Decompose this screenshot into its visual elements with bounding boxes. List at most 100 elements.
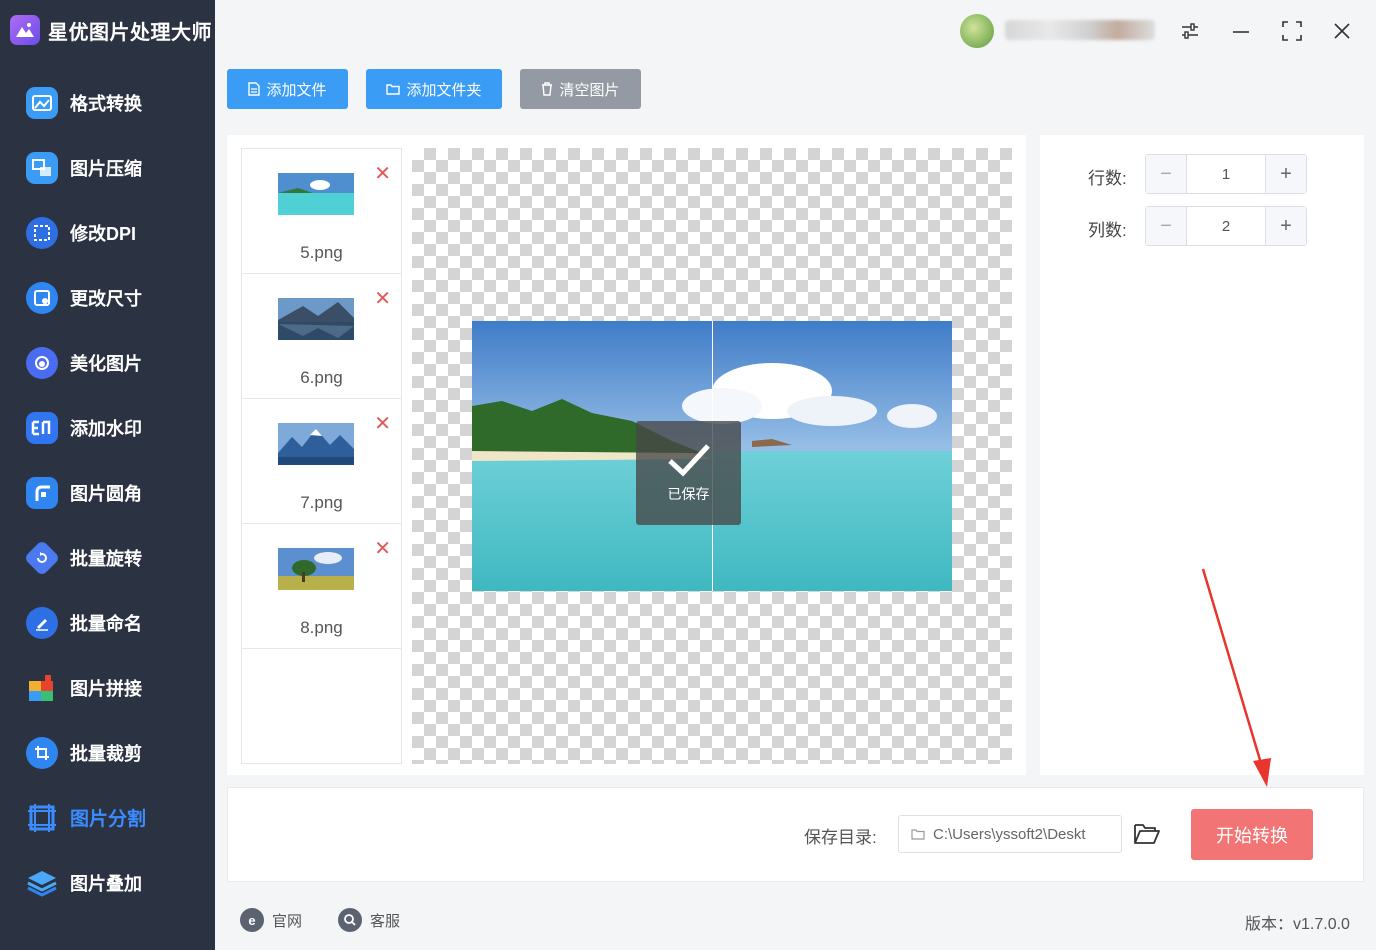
sidebar-item-label: 格式转换 [70,93,142,114]
rows-stepper[interactable]: − 1 + [1145,154,1307,194]
file-list: ✕ 5.png ✕ 6.png ✕ 7.png ✕ 8.png [241,148,402,764]
close-icon[interactable] [1327,16,1357,46]
rows-label: 行数: [1088,169,1127,188]
cols-label: 列数: [1088,221,1127,240]
rounded-corner-icon [26,476,58,509]
saved-status: 已保存 [667,486,710,502]
remove-file-icon[interactable]: ✕ [374,411,391,436]
sidebar-item-watermark[interactable]: 添加水印 [0,395,215,460]
add-folder-label: 添加文件夹 [406,81,482,99]
username-blurred [1005,20,1155,40]
saved-toast: 已保存 [636,421,741,525]
split-grid-icon [26,802,58,834]
remove-file-icon[interactable]: ✕ [374,536,391,561]
sidebar-item-label: 图片拼接 [70,678,142,699]
settings-sliders-icon[interactable] [1175,16,1205,46]
version-text: 版本：v1.7.0.0 [1245,916,1350,933]
sidebar-item-label: 美化图片 [70,353,142,374]
sidebar-item-resize[interactable]: 更改尺寸 [0,265,215,330]
minimize-icon[interactable] [1226,16,1256,46]
cols-decrement-button[interactable]: − [1146,207,1187,245]
sidebar-item-label: 批量命名 [70,613,142,634]
sidebar-item-label: 更改尺寸 [70,288,142,309]
sidebar-item-rounded-corner[interactable]: 图片圆角 [0,460,215,525]
checkmark-icon [667,444,710,477]
avatar[interactable] [960,14,994,48]
layers-icon [26,867,58,899]
rows-decrement-button[interactable]: − [1146,155,1187,193]
sidebar-item-label: 修改DPI [70,223,137,244]
thumbnail-tree [278,548,354,590]
remove-file-icon[interactable]: ✕ [374,286,391,311]
sidebar-item-label: 添加水印 [70,418,142,439]
thumbnail-lake [278,298,354,340]
puzzle-icon [26,672,58,704]
sidebar-item-compress[interactable]: 图片压缩 [0,135,215,200]
list-item[interactable]: ✕ 7.png [242,399,401,524]
clear-images-button[interactable]: 清空图片 [520,69,641,109]
file-icon [248,82,261,96]
website-label: 官网 [272,912,303,930]
sidebar-item-beautify[interactable]: 美化图片 [0,330,215,395]
sidebar-item-label: 图片压缩 [70,158,142,179]
sidebar-nav: 格式转换 图片压缩 修改DPI 更改尺寸 美化图片 添加水印 图片圆角 批量旋转… [0,70,215,915]
cols-increment-button[interactable]: + [1265,207,1306,245]
sidebar-item-split[interactable]: 图片分割 [0,785,215,850]
sidebar-item-crop[interactable]: 批量裁剪 [0,720,215,785]
save-dir-label: 保存目录: [804,828,877,847]
browser-e-icon: e [240,908,264,932]
file-name: 7.png [300,493,343,512]
support-label: 客服 [370,912,401,930]
resize-icon [26,281,58,314]
website-link[interactable]: e 官网 [240,908,302,932]
add-file-button[interactable]: 添加文件 [227,69,348,109]
dpi-icon [26,216,58,249]
sidebar-item-rotate[interactable]: 批量旋转 [0,525,215,590]
sidebar-item-label: 批量旋转 [70,548,142,569]
crop-icon [26,736,58,769]
open-folder-icon[interactable] [1133,820,1161,848]
trash-icon [542,82,553,96]
sidebar-item-dpi[interactable]: 修改DPI [0,200,215,265]
chat-support-icon [338,908,362,932]
save-dir-value: C:\Users\yssoft2\Deskt [933,825,1086,843]
image-compress-icon [26,151,58,184]
file-name: 6.png [300,368,343,387]
app-logo-icon [10,15,40,45]
list-item[interactable]: ✕ 8.png [242,524,401,649]
list-item[interactable]: ✕ 5.png [242,149,401,274]
sidebar-item-rename[interactable]: 批量命名 [0,590,215,655]
preview-canvas: 已保存 [412,148,1012,764]
sidebar-item-puzzle[interactable]: 图片拼接 [0,655,215,720]
cols-stepper[interactable]: − 2 + [1145,206,1307,246]
thumbnail-beach [278,173,354,215]
title-bar [215,0,1376,62]
start-convert-button[interactable]: 开始转换 [1191,809,1313,860]
beautify-icon [26,346,58,379]
rows-value[interactable]: 1 [1187,155,1265,193]
rows-increment-button[interactable]: + [1265,155,1306,193]
sidebar-item-label: 图片分割 [70,809,147,830]
sidebar-item-label: 批量裁剪 [70,743,142,764]
watermark-icon [26,411,58,444]
support-link[interactable]: 客服 [338,908,400,932]
add-folder-button[interactable]: 添加文件夹 [366,69,502,109]
sidebar: 星优图片处理大师 格式转换 图片压缩 修改DPI 更改尺寸 美化图片 添加水印 … [0,0,215,950]
thumbnail-mountains [278,423,354,465]
file-name: 5.png [300,243,343,262]
add-file-label: 添加文件 [266,81,327,99]
save-dir-input[interactable]: C:\Users\yssoft2\Deskt [898,815,1122,853]
list-item[interactable]: ✕ 6.png [242,274,401,399]
cols-value[interactable]: 2 [1187,207,1265,245]
remove-file-icon[interactable]: ✕ [374,161,391,186]
app-title: 星优图片处理大师 [48,21,212,44]
app-header: 星优图片处理大师 [10,12,212,48]
sidebar-item-label: 图片叠加 [70,873,142,894]
sidebar-item-label: 图片圆角 [70,483,142,504]
maximize-icon[interactable] [1277,16,1307,46]
sidebar-item-overlay[interactable]: 图片叠加 [0,850,215,915]
file-name: 8.png [300,618,343,637]
folder-outline-icon [911,829,925,840]
sidebar-item-format-convert[interactable]: 格式转换 [0,70,215,135]
folder-icon [386,84,401,95]
